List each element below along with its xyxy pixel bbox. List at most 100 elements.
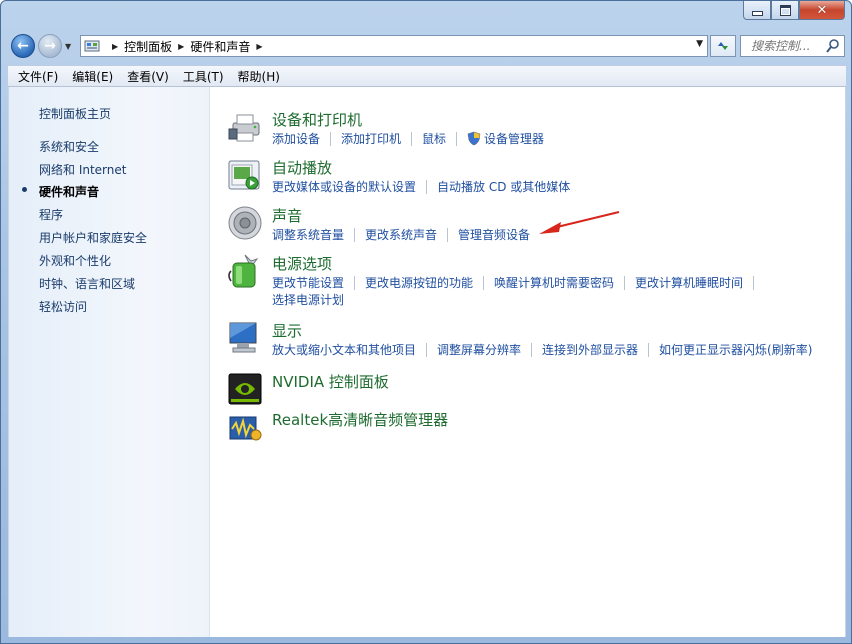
forward-button[interactable]: → [38,34,62,58]
sidebar-item-clock-language[interactable]: 时钟、语言和区域 [39,275,135,292]
recent-pages-dropdown[interactable]: ▼ [65,42,75,52]
link-manage-audio-devices[interactable]: 管理音频设备 [458,226,530,243]
control-panel-icon [84,40,100,52]
link-connect-external-display[interactable]: 连接到外部显示器 [542,341,638,358]
main-content: 设备和打印机 添加设备 添加打印机 鼠标 设备管理器 自动播放 更改媒体或设备的… [209,87,845,637]
breadcrumb-arrow-icon[interactable]: ▶ [112,42,118,51]
minimize-icon [751,10,763,16]
sidebar-item-hardware-sound: 硬件和声音 [39,185,100,199]
link-device-manager[interactable]: 设备管理器 [484,130,544,147]
link-adjust-resolution[interactable]: 调整屏幕分辨率 [437,341,521,358]
sidebar: 控制面板主页 系统和安全 网络和 Internet 硬件和声音 程序 用户帐户和… [9,87,210,637]
close-icon: ✕ [816,2,828,18]
category-title[interactable]: Realtek高清晰音频管理器 [272,409,448,430]
link-change-power-saving[interactable]: 更改节能设置 [272,274,344,291]
close-button[interactable]: ✕ [799,1,845,20]
link-separator [354,275,356,290]
link-separator [330,131,332,146]
category-title[interactable]: 声音 [272,205,302,226]
link-choose-power-plan[interactable]: 选择电源计划 [272,293,344,307]
breadcrumb-item-hardware-sound[interactable]: 硬件和声音 [190,38,250,55]
speaker-icon[interactable] [227,205,263,241]
back-button[interactable]: ← [11,34,35,58]
battery-icon[interactable] [227,253,263,289]
menu-help[interactable]: 帮助(H) [238,68,280,85]
sidebar-item-system-security[interactable]: 系统和安全 [39,138,99,155]
category-title[interactable]: 设备和打印机 [272,109,362,130]
search-input[interactable] [749,38,831,54]
link-mouse[interactable]: 鼠标 [422,130,446,147]
menu-file[interactable]: 文件(F) [18,68,58,85]
refresh-icon [718,42,728,50]
explorer-window: ✕ ← → ▼ ▶ 控制面板 ▶ 硬件和声音 ▶ ▼ 搜索控制... 文件(F)… [0,0,852,644]
category-links: 更改媒体或设备的默认设置 自动播放 CD 或其他媒体 [272,178,570,195]
link-separator [354,227,356,242]
link-require-password-on-wake[interactable]: 唤醒计算机时需要密码 [494,274,614,291]
menu-tools[interactable]: 工具(T) [183,68,224,85]
link-adjust-volume[interactable]: 调整系统音量 [272,226,344,243]
sidebar-item-ease-of-access[interactable]: 轻松访问 [39,298,87,315]
link-separator [426,179,428,194]
link-add-device[interactable]: 添加设备 [272,130,320,147]
category-title[interactable]: 显示 [272,320,302,341]
address-bar[interactable]: ▶ 控制面板 ▶ 硬件和声音 ▶ ▼ [80,35,708,57]
selected-bullet [22,187,27,192]
search-box[interactable] [740,35,845,57]
navigation-bar: ← → ▼ ▶ 控制面板 ▶ 硬件和声音 ▶ ▼ [9,32,845,60]
sidebar-item-home[interactable]: 控制面板主页 [39,105,111,122]
link-separator [531,342,533,357]
link-fix-monitor-flicker[interactable]: 如何更正显示器闪烁(刷新率) [659,341,812,358]
refresh-button[interactable] [710,35,736,57]
link-separator [447,227,449,242]
link-power-button-function[interactable]: 更改电源按钮的功能 [365,274,473,291]
breadcrumb-item-control-panel[interactable]: 控制面板 [124,38,172,55]
autoplay-icon[interactable] [227,157,263,193]
chevron-down-icon: ▼ [65,42,72,51]
category-links: 放大或缩小文本和其他项目 调整屏幕分辨率 连接到外部显示器 如何更正显示器闪烁(… [272,341,812,358]
category-title[interactable]: NVIDIA 控制面板 [272,371,389,392]
uac-shield-icon [467,131,481,146]
link-separator [426,342,428,357]
annotation-arrow-icon [539,211,620,234]
maximize-button[interactable] [771,1,799,20]
category-title[interactable]: 自动播放 [272,157,332,178]
minimize-button[interactable] [743,1,771,20]
link-make-text-larger[interactable]: 放大或缩小文本和其他项目 [272,341,416,358]
link-separator [624,275,626,290]
printer-icon[interactable] [227,109,263,145]
client-area: 控制面板主页 系统和安全 网络和 Internet 硬件和声音 程序 用户帐户和… [8,87,846,637]
address-dropdown-icon[interactable]: ▼ [696,39,703,49]
category-links: 添加设备 添加打印机 鼠标 设备管理器 [272,130,544,147]
sidebar-item-user-accounts[interactable]: 用户帐户和家庭安全 [39,229,147,246]
category-links: 调整系统音量 更改系统声音 管理音频设备 [272,226,530,243]
category-title[interactable]: 电源选项 [272,253,332,274]
monitor-icon[interactable] [227,320,263,356]
link-separator [456,131,458,146]
breadcrumb-arrow-icon[interactable]: ▶ [256,42,262,51]
link-change-system-sounds[interactable]: 更改系统声音 [365,226,437,243]
menu-view[interactable]: 查看(V) [127,68,169,85]
forward-arrow-icon: → [44,38,56,54]
category-links: 更改节能设置 更改电源按钮的功能 唤醒计算机时需要密码 更改计算机睡眠时间 [272,274,764,291]
sidebar-item-programs[interactable]: 程序 [39,206,63,223]
maximize-icon [779,4,791,16]
menu-bar: 文件(F) 编辑(E) 查看(V) 工具(T) 帮助(H) [8,65,846,87]
link-separator [411,131,413,146]
link-separator [753,275,755,290]
sidebar-item-network[interactable]: 网络和 Internet [39,161,126,178]
breadcrumb: ▶ 控制面板 ▶ 硬件和声音 ▶ [106,38,269,55]
menu-edit[interactable]: 编辑(E) [72,68,113,85]
link-add-printer[interactable]: 添加打印机 [341,130,401,147]
caption-buttons: ✕ [743,1,845,20]
link-autoplay-cd[interactable]: 自动播放 CD 或其他媒体 [437,178,570,195]
sidebar-item-appearance[interactable]: 外观和个性化 [39,252,111,269]
realtek-icon[interactable] [227,409,263,445]
back-arrow-icon: ← [17,38,29,54]
link-change-sleep-time[interactable]: 更改计算机睡眠时间 [635,274,743,291]
link-separator [483,275,485,290]
search-icon[interactable] [826,38,840,54]
nvidia-icon[interactable] [227,371,263,407]
link-change-media-defaults[interactable]: 更改媒体或设备的默认设置 [272,178,416,195]
breadcrumb-arrow-icon[interactable]: ▶ [178,42,184,51]
link-separator [648,342,650,357]
